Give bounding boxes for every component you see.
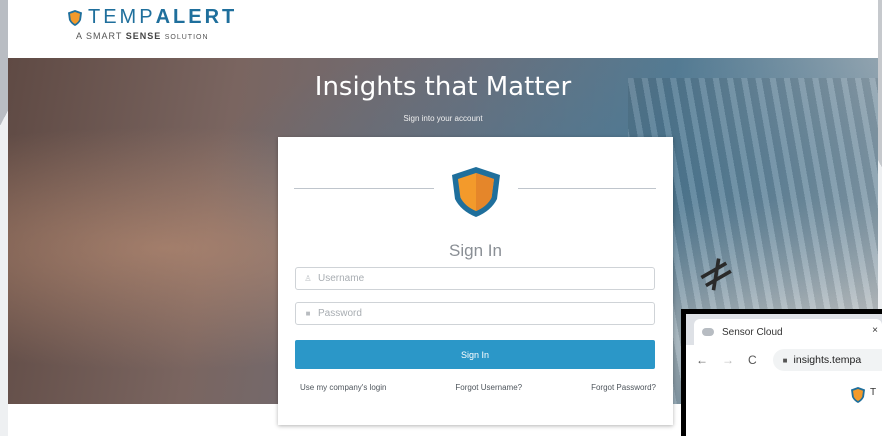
password-field[interactable]: ■ bbox=[295, 302, 655, 325]
company-login-link[interactable]: Use my company's login bbox=[300, 383, 386, 392]
logo-text-alert: ALERT bbox=[155, 6, 238, 28]
browser-tab[interactable]: Sensor Cloud × bbox=[694, 319, 882, 345]
username-field[interactable]: ♙ bbox=[295, 267, 655, 290]
lock-icon: ■ bbox=[782, 355, 788, 365]
address-bar[interactable]: ■ insights.tempa bbox=[772, 349, 882, 371]
signin-title: Sign In bbox=[449, 241, 502, 260]
forgot-username-link[interactable]: Forgot Username? bbox=[455, 383, 522, 392]
browser-toolbar: ← → C ■ insights.tempa bbox=[686, 345, 882, 375]
user-icon: ♙ bbox=[304, 274, 312, 283]
divider-left bbox=[294, 188, 434, 189]
inset-browser-window: Sensor Cloud × ← → C ■ insights.tempa T bbox=[681, 309, 882, 436]
login-card: Sign In ♙ ■ Sign In Use my company's log… bbox=[278, 137, 673, 425]
password-input[interactable] bbox=[318, 308, 638, 319]
back-arrow-icon[interactable]: ← bbox=[696, 353, 708, 367]
forward-arrow-icon[interactable]: → bbox=[722, 353, 734, 367]
logo-text-temp: TEMP bbox=[88, 6, 156, 28]
divider-right bbox=[518, 188, 656, 189]
inset-page-content: T bbox=[686, 375, 882, 436]
tagline-suffix: SOLUTION bbox=[164, 34, 209, 41]
tagline-bold: SENSE bbox=[125, 31, 162, 41]
lock-icon: ■ bbox=[305, 309, 311, 318]
forgot-password-link[interactable]: Forgot Password? bbox=[591, 383, 656, 392]
hero-title: Insights that Matter bbox=[314, 72, 572, 102]
shield-icon bbox=[452, 167, 500, 217]
inset-logo-text: T bbox=[870, 387, 877, 398]
logo-tagline: A SMART SENSE SOLUTION bbox=[76, 31, 237, 41]
tagline-prefix: A SMART bbox=[76, 31, 123, 41]
inset-browser-frame: Sensor Cloud × ← → C ■ insights.tempa T bbox=[686, 314, 882, 436]
shield-logo-icon bbox=[68, 9, 82, 26]
cloud-icon bbox=[702, 328, 714, 336]
browser-tab-title: Sensor Cloud bbox=[722, 326, 783, 338]
close-icon[interactable]: × bbox=[872, 325, 878, 336]
tempalert-logo[interactable]: TEMP ALERT A SMART SENSE SOLUTION bbox=[68, 6, 237, 41]
reload-icon[interactable]: C bbox=[748, 353, 757, 367]
signin-button[interactable]: Sign In bbox=[295, 340, 655, 369]
address-bar-url: insights.tempa bbox=[793, 354, 862, 366]
hero-subtitle: Sign into your account bbox=[403, 114, 483, 123]
logo-row: TEMP ALERT bbox=[68, 6, 237, 29]
username-input[interactable] bbox=[318, 273, 638, 284]
login-links: Use my company's login Forgot Username? … bbox=[300, 383, 656, 392]
shield-logo-icon bbox=[851, 387, 865, 403]
header: TEMP ALERT A SMART SENSE SOLUTION bbox=[8, 0, 878, 58]
